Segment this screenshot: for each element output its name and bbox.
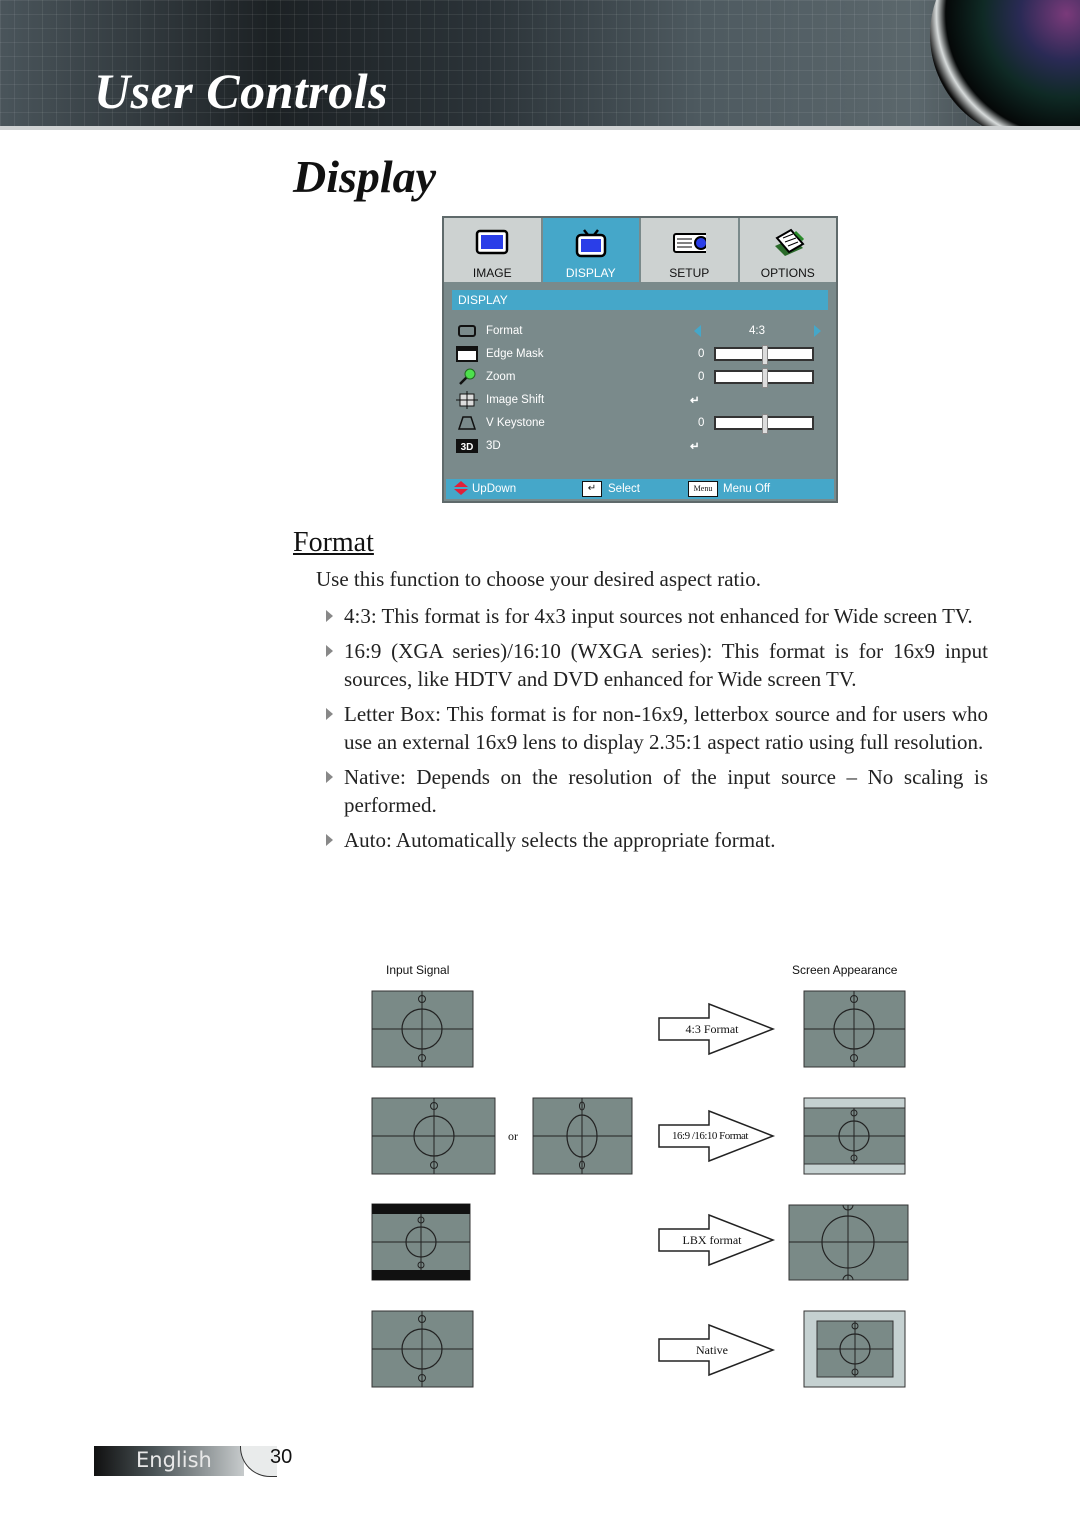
input-signal-letterbox [371, 1203, 471, 1281]
screen-appearance-lbx [788, 1204, 909, 1281]
input-signal-16-9 [371, 1097, 496, 1175]
input-signal-4-3 [371, 990, 474, 1068]
screen-appearance-4-3 [803, 990, 906, 1068]
format-diagram [371, 990, 909, 1388]
input-signal-native [371, 1310, 474, 1388]
screen-appearance-16-9 [803, 1097, 906, 1175]
arrow-label: LBX format [682, 1233, 742, 1247]
language-label: English [136, 1448, 212, 1472]
or-label: or [508, 1129, 518, 1143]
arrow-label: 16:9 /16:10 Format [672, 1130, 748, 1142]
arrow-label: 4:3 Format [685, 1022, 739, 1036]
screen-appearance-native [803, 1310, 906, 1388]
input-signal-16-10 [532, 1097, 633, 1175]
page-number: 30 [270, 1446, 293, 1468]
arrow-label: Native [696, 1343, 728, 1357]
language-bar: English [94, 1446, 244, 1476]
